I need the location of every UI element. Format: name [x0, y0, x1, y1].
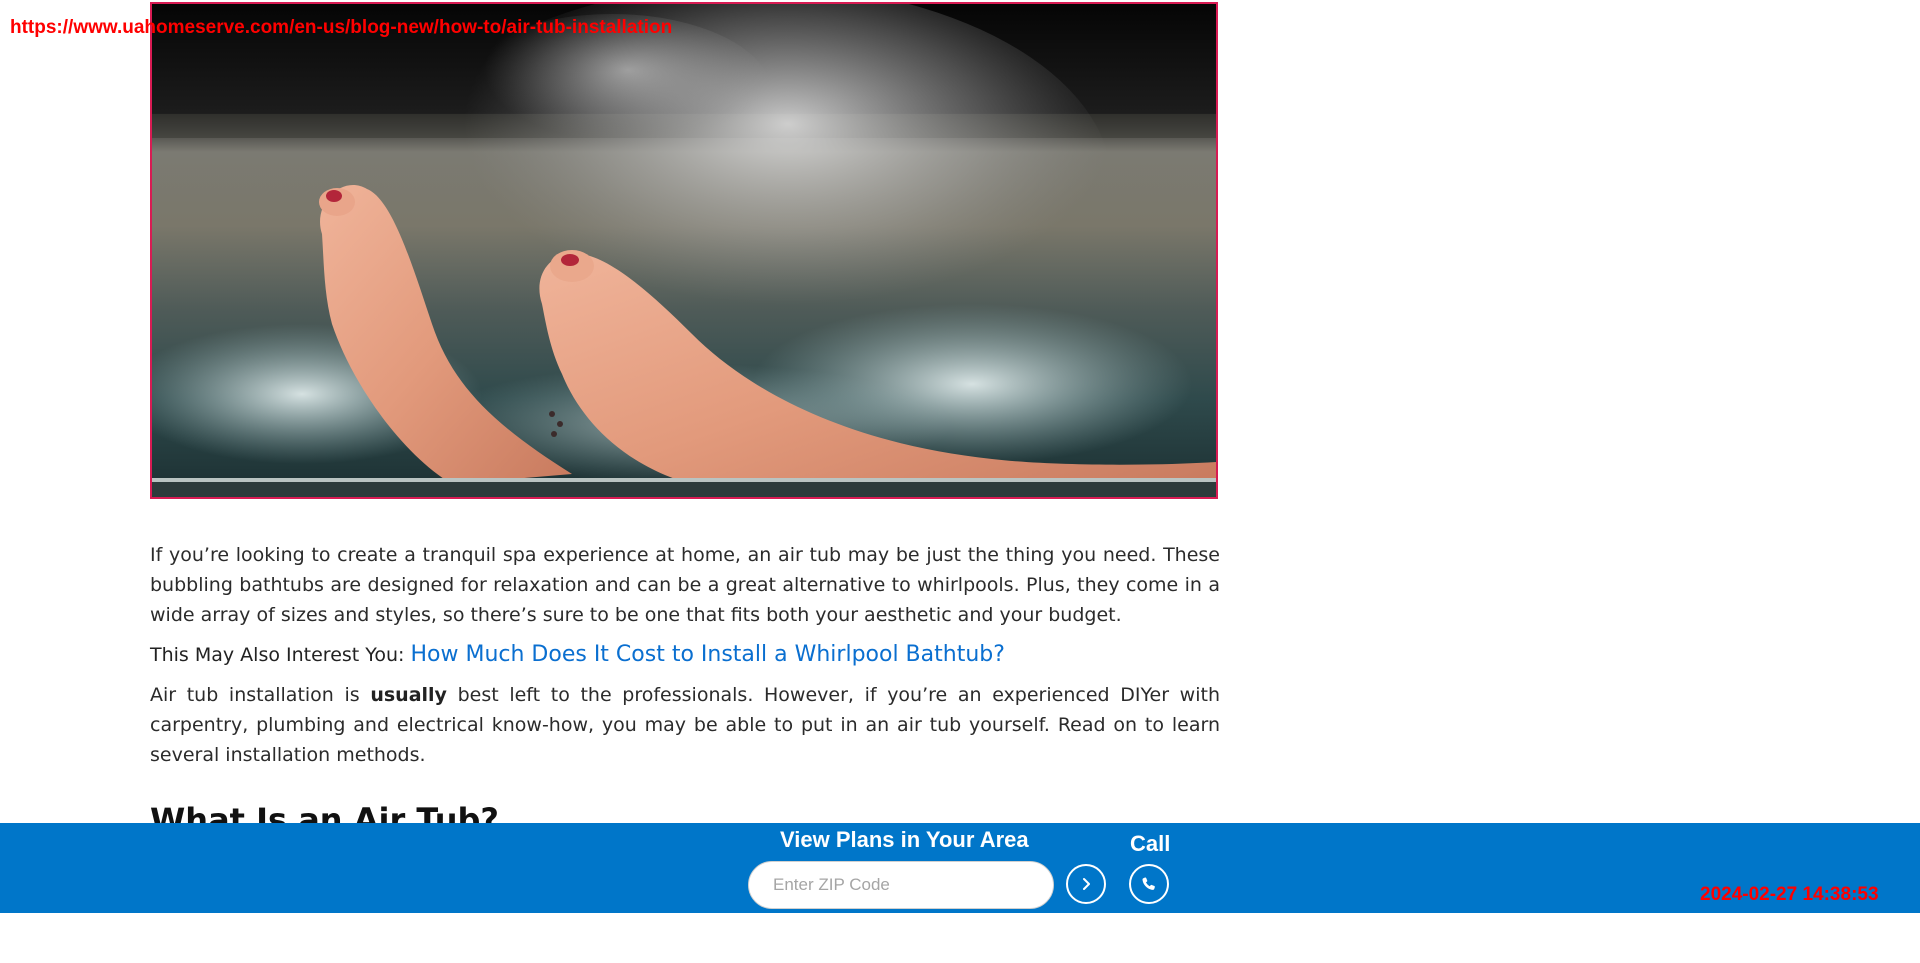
installation-text-start: Air tub installation is	[150, 684, 360, 706]
plans-title: View Plans in Your Area	[780, 827, 1029, 852]
call-label: Call	[1130, 831, 1171, 856]
article-body: If you’re looking to create a tranquil s…	[150, 540, 1220, 840]
phone-icon	[1142, 877, 1155, 890]
zip-submit-button[interactable]	[1066, 864, 1106, 904]
installation-text-bold: usually	[370, 684, 447, 706]
timestamp-overlay: 2024-02-27 14:38:53	[1700, 884, 1879, 905]
intro-paragraph: If you’re looking to create a tranquil s…	[150, 544, 1220, 626]
zip-code-input[interactable]	[748, 861, 1054, 909]
chevron-right-icon	[1083, 878, 1090, 890]
bath-feet-photo-icon	[152, 4, 1216, 497]
hero-image	[150, 2, 1218, 499]
page: https://www.uahomeserve.com/en-us/blog-n…	[0, 0, 1920, 963]
plans-bottom-bar: View Plans in Your Area Call	[0, 823, 1920, 913]
whirlpool-cost-link[interactable]: How Much Does It Cost to Install a Whirl…	[410, 642, 1004, 667]
interest-callout: This May Also Interest You: How Much Doe…	[150, 640, 1220, 670]
call-button[interactable]	[1129, 864, 1169, 904]
installation-paragraph: Air tub installation is usually best lef…	[150, 680, 1220, 770]
interest-lead: This May Also Interest You:	[150, 644, 405, 666]
url-overlay: https://www.uahomeserve.com/en-us/blog-n…	[10, 17, 673, 38]
